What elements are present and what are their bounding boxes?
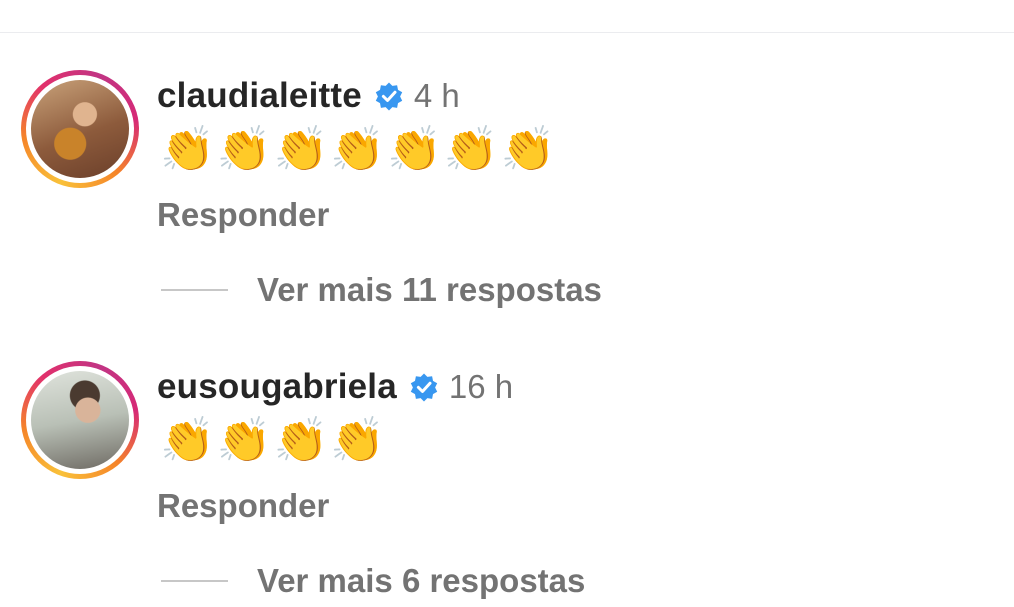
verified-badge-icon xyxy=(375,82,403,111)
username[interactable]: eusougabriela xyxy=(157,367,397,407)
comment-header: claudialeitte 4 h xyxy=(157,74,460,118)
view-more-replies-button[interactable]: Ver mais 11 respostas xyxy=(161,268,602,312)
reply-button[interactable]: Responder xyxy=(157,487,329,525)
comment-header: eusougabriela 16 h xyxy=(157,365,513,409)
comment-timestamp: 16 h xyxy=(448,368,514,405)
view-more-replies-label: Ver mais 11 respostas xyxy=(257,271,602,308)
replies-line xyxy=(161,580,228,582)
comment-timestamp: 4 h xyxy=(413,77,460,114)
avatar[interactable] xyxy=(31,80,129,178)
view-more-replies-button[interactable]: Ver mais 6 respostas xyxy=(161,559,585,603)
view-more-replies-label: Ver mais 6 respostas xyxy=(257,562,586,599)
reply-button[interactable]: Responder xyxy=(157,196,329,234)
comment-text: 👏👏👏👏 xyxy=(160,416,388,465)
avatar-story-ring[interactable] xyxy=(21,361,139,479)
username[interactable]: claudialeitte xyxy=(157,76,362,116)
verified-badge-icon xyxy=(410,373,438,402)
avatar[interactable] xyxy=(31,371,129,469)
avatar-story-ring[interactable] xyxy=(21,70,139,188)
comment-text: 👏👏👏👏👏👏👏 xyxy=(160,125,558,174)
replies-line xyxy=(161,289,228,291)
top-divider xyxy=(0,32,1014,33)
